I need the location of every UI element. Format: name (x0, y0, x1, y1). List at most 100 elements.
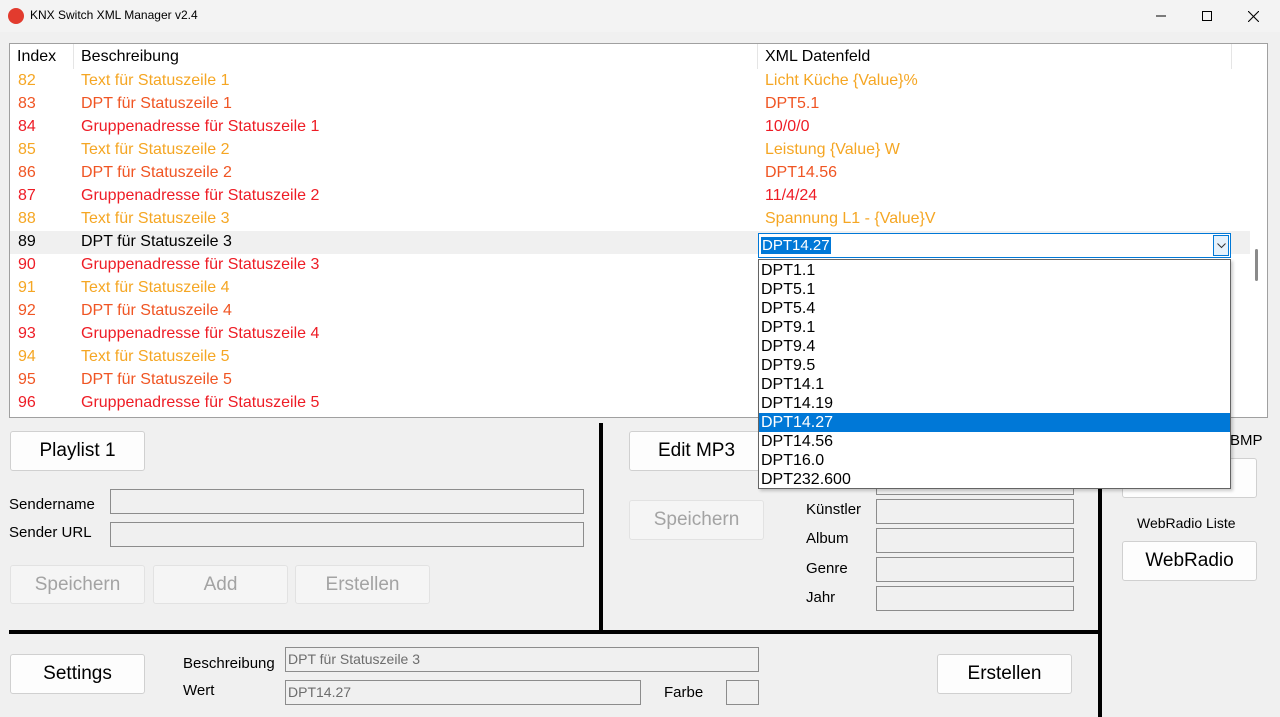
row-index: 94 (18, 348, 36, 365)
row-description: Text für Statuszeile 3 (81, 210, 230, 227)
sender-url-input[interactable] (110, 522, 584, 547)
row-xml-value: DPT14.56 (765, 164, 838, 181)
dropdown-option[interactable]: DPT5.4 (759, 299, 1230, 318)
row-index: 86 (18, 164, 36, 181)
dpt-combobox[interactable]: DPT14.27 (758, 233, 1231, 258)
row-xml-value: Leistung {Value} W (765, 141, 900, 158)
dropdown-option[interactable]: DPT5.1 (759, 280, 1230, 299)
row-description: Text für Statuszeile 4 (81, 279, 230, 296)
sendername-label: Sendername (9, 496, 95, 513)
window-title: KNX Switch XML Manager v2.4 (30, 8, 198, 22)
table-row[interactable]: 86 DPT für Statuszeile 2 DPT14.56 (10, 162, 1250, 185)
column-header-index[interactable]: Index (17, 48, 56, 66)
row-index: 84 (18, 118, 36, 135)
dropdown-option[interactable]: DPT9.4 (759, 337, 1230, 356)
minimize-icon (1156, 15, 1166, 17)
combobox-value: DPT14.27 (761, 237, 831, 254)
description-label: Beschreibung (183, 655, 275, 672)
vertical-scrollbar-thumb[interactable] (1255, 249, 1258, 281)
column-header-xml-field[interactable]: XML Datenfeld (765, 48, 870, 66)
column-header-description[interactable]: Beschreibung (81, 48, 179, 66)
close-icon (1247, 10, 1259, 22)
dropdown-option[interactable]: DPT14.1 (759, 375, 1230, 394)
color-label: Farbe (664, 684, 704, 701)
maximize-button[interactable] (1184, 0, 1230, 32)
playlist-save-button[interactable]: Speichern (10, 565, 145, 604)
row-index: 93 (18, 325, 36, 342)
column-separator[interactable] (1231, 44, 1232, 69)
row-index: 89 (18, 233, 36, 250)
row-description: Text für Statuszeile 1 (81, 72, 230, 89)
row-xml-value: DPT5.1 (765, 95, 820, 112)
title-bar: KNX Switch XML Manager v2.4 (0, 0, 1280, 32)
webradio-button[interactable]: WebRadio (1122, 541, 1257, 581)
playlist-create-button[interactable]: Erstellen (295, 565, 430, 604)
column-separator[interactable] (757, 44, 758, 69)
value-input[interactable]: DPT14.27 (285, 680, 641, 705)
dropdown-option[interactable]: DPT9.1 (759, 318, 1230, 337)
minimize-button[interactable] (1138, 0, 1184, 32)
color-swatch[interactable] (726, 680, 759, 705)
row-xml-value: Spannung L1 - {Value}V (765, 210, 936, 227)
artist-input[interactable] (876, 499, 1074, 524)
combobox-dropdown-button[interactable] (1213, 235, 1229, 256)
year-input[interactable] (876, 586, 1074, 611)
row-index: 88 (18, 210, 36, 227)
row-description: DPT für Statuszeile 1 (81, 95, 232, 112)
table-row[interactable]: 87 Gruppenadresse für Statuszeile 2 11/4/2… (10, 185, 1250, 208)
combobox-dropdown-list[interactable]: DPT1.1 DPT5.1 DPT5.4 DPT9.1 DPT9.4 DPT9.5 DPT1… (758, 259, 1231, 489)
chevron-down-icon (1216, 242, 1226, 248)
row-xml-value: 11/4/24 (765, 187, 818, 204)
edit-mp3-button[interactable]: Edit MP3 (629, 431, 764, 471)
row-index: 96 (18, 394, 36, 411)
webradio-list-label: WebRadio Liste (1137, 515, 1236, 531)
dropdown-option[interactable]: DPT232.600 (759, 470, 1230, 489)
row-description: Text für Statuszeile 5 (81, 348, 230, 365)
sender-url-label: Sender URL (9, 524, 92, 541)
row-index: 92 (18, 302, 36, 319)
genre-label: Genre (806, 560, 848, 577)
settings-button[interactable]: Settings (10, 654, 145, 694)
table-row[interactable]: 88 Text für Statuszeile 3 Spannung L1 - {V… (10, 208, 1250, 231)
playlist-button[interactable]: Playlist 1 (10, 431, 145, 471)
row-description: DPT für Statuszeile 5 (81, 371, 232, 388)
artist-label: Künstler (806, 501, 862, 518)
dropdown-option[interactable]: DPT14.27 (759, 413, 1230, 432)
row-index: 90 (18, 256, 36, 273)
section-divider (9, 630, 1101, 634)
dropdown-option[interactable]: DPT16.0 (759, 451, 1230, 470)
playlist-add-button[interactable]: Add (153, 565, 288, 604)
app-logo-icon (8, 8, 24, 24)
row-description: Gruppenadresse für Statuszeile 2 (81, 187, 320, 204)
dropdown-option[interactable]: DPT1.1 (759, 261, 1230, 280)
row-xml-value: 10/0/0 (765, 118, 810, 135)
row-description: DPT für Statuszeile 3 (81, 233, 232, 250)
bmp-label: BMP (1230, 432, 1263, 449)
year-label: Jahr (806, 589, 836, 606)
table-row[interactable]: 82 Text für Statuszeile 1 Licht Küche {Val… (10, 70, 1250, 93)
row-index: 82 (18, 72, 36, 89)
dropdown-option[interactable]: DPT14.19 (759, 394, 1230, 413)
row-description: DPT für Statuszeile 4 (81, 302, 232, 319)
column-separator[interactable] (73, 44, 74, 69)
mp3-save-button[interactable]: Speichern (629, 500, 764, 540)
row-xml-value: Licht Küche {Value}% (765, 72, 918, 89)
album-input[interactable] (876, 528, 1074, 553)
description-input[interactable]: DPT für Statuszeile 3 (285, 647, 759, 672)
table-row[interactable]: 83 DPT für Statuszeile 1 DPT5.1 (10, 93, 1250, 116)
genre-input[interactable] (876, 557, 1074, 582)
row-index: 85 (18, 141, 36, 158)
dropdown-option[interactable]: DPT14.56 (759, 432, 1230, 451)
dropdown-option[interactable]: DPT9.5 (759, 356, 1230, 375)
table-row[interactable]: 84 Gruppenadresse für Statuszeile 1 10/0/0 (10, 116, 1250, 139)
sendername-input[interactable] (110, 489, 584, 514)
row-description: Gruppenadresse für Statuszeile 4 (81, 325, 320, 342)
table-row[interactable]: 85 Text für Statuszeile 2 Leistung {Value}… (10, 139, 1250, 162)
row-index: 83 (18, 95, 36, 112)
section-divider (599, 423, 603, 632)
close-button[interactable] (1230, 0, 1276, 32)
row-index: 95 (18, 371, 36, 388)
maximize-icon (1202, 11, 1212, 21)
value-label: Wert (183, 682, 215, 699)
create-button[interactable]: Erstellen (937, 654, 1072, 694)
